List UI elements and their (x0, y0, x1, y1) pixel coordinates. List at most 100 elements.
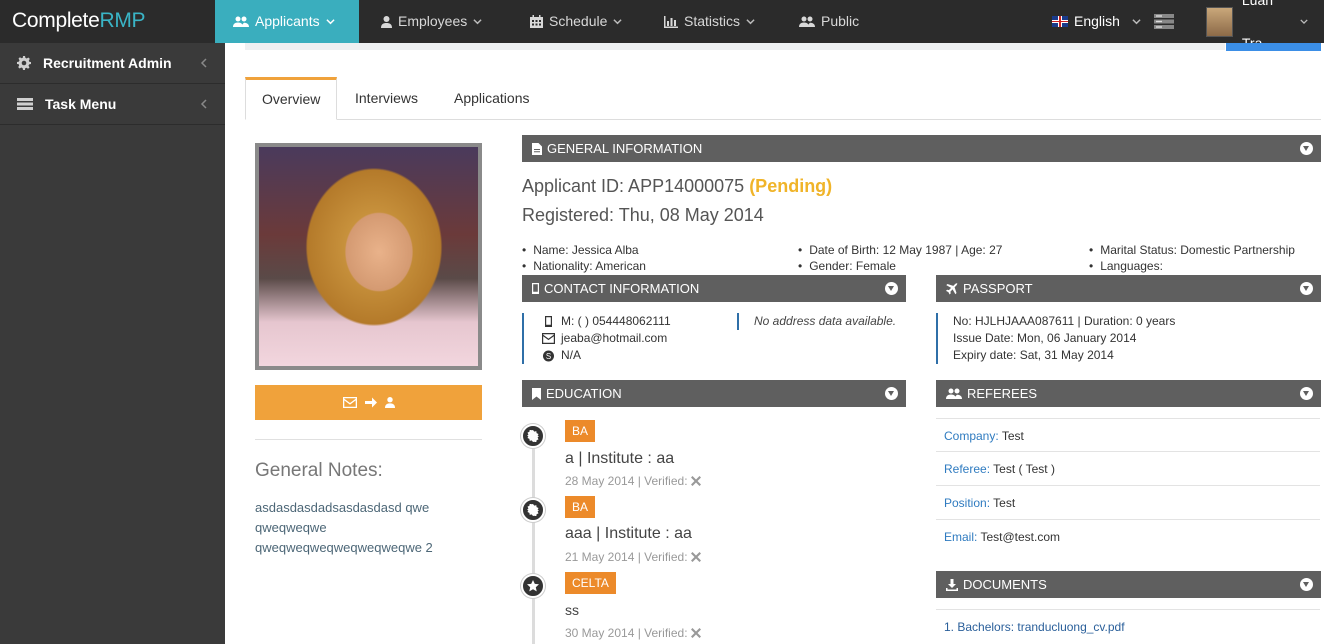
info-languages: Languages: (1089, 258, 1295, 274)
tab-applications[interactable]: Applications (438, 77, 546, 120)
gear-icon (17, 56, 31, 70)
main-content: Overview Interviews Applications General… (225, 43, 1324, 644)
chevron-down-icon (1300, 19, 1308, 25)
tab-bar: Overview Interviews Applications (245, 77, 1321, 120)
top-action-button[interactable] (1226, 43, 1321, 51)
general-info-header[interactable]: GENERAL INFORMATION (522, 135, 1321, 162)
chevron-down-icon (746, 19, 755, 25)
info-gender: Gender: Female (798, 258, 1002, 274)
bookmark-icon (532, 387, 541, 400)
user-menu[interactable]: Luan Tra (1190, 0, 1324, 51)
passport-expiry-date: Expiry date: Sat, 31 May 2014 (953, 348, 1114, 362)
collapse-toggle-icon[interactable] (1300, 578, 1313, 591)
action-bar[interactable] (255, 385, 482, 420)
sidebar-item-task-menu[interactable]: Task Menu (0, 84, 225, 125)
info-dob: Date of Birth: 12 May 1987 | Age: 27 (798, 242, 1002, 258)
user-icon (384, 397, 395, 408)
education-badge: CELTA (565, 572, 616, 594)
certificate-icon (527, 430, 539, 442)
uk-flag-icon (1052, 16, 1068, 27)
education-title: a | Institute : aa (565, 450, 675, 467)
collapse-toggle-icon[interactable] (885, 282, 898, 295)
nav-statistics[interactable]: Statistics (646, 0, 773, 43)
info-column-3: Marital Status: Domestic Partnership Lan… (1089, 242, 1295, 274)
nav-public[interactable]: Public (781, 0, 877, 43)
users-icon (799, 16, 815, 27)
contact-mobile: M: ( ) 054448062111 (542, 313, 727, 330)
collapse-toggle-icon[interactable] (885, 387, 898, 400)
tab-overview[interactable]: Overview (245, 77, 338, 120)
passport-header[interactable]: PASSPORT (936, 275, 1321, 302)
calendar-icon (530, 15, 543, 28)
info-column-2: Date of Birth: 12 May 1987 | Age: 27 Gen… (798, 242, 1002, 274)
passport-details: No: HJLHJAAA087611 | Duration: 0 years I… (936, 313, 1292, 364)
education-title: aaa | Institute : aa (565, 525, 692, 542)
education-header[interactable]: EDUCATION (522, 380, 906, 407)
close-icon (690, 476, 701, 486)
document-link[interactable]: 1. Bachelors: tranducluong_cv.pdf (936, 609, 1320, 643)
chevron-left-icon (200, 58, 207, 68)
brand-logo[interactable]: CompleteRMP (12, 9, 146, 33)
nav-applicants[interactable]: Applicants (215, 0, 359, 43)
passport-number: No: HJLHJAAA087611 | Duration: 0 years (953, 314, 1176, 328)
close-icon (690, 628, 701, 638)
divider (255, 439, 482, 440)
sidebar: Recruitment Admin Task Menu (0, 43, 225, 644)
education-badge: BA (565, 496, 596, 518)
passport-issue-date: Issue Date: Mon, 06 January 2014 (953, 331, 1137, 345)
education-badge: BA (565, 420, 596, 442)
collapse-toggle-icon[interactable] (1300, 142, 1313, 155)
sidebar-item-recruitment-admin[interactable]: Recruitment Admin (0, 43, 225, 84)
registered-date: Registered: Thu, 08 May 2014 (522, 205, 764, 225)
referee-row: Referee: Test ( Test ) (936, 452, 1320, 486)
referee-row: Email: Test@test.com (944, 530, 1061, 544)
user-icon (381, 15, 392, 28)
info-name: Name: Jessica Alba (522, 242, 646, 258)
no-address-text: No address data available. (737, 313, 896, 330)
referee-row: Company: Test (936, 418, 1320, 452)
contact-info-header[interactable]: CONTACT INFORMATION (522, 275, 906, 302)
status-badge: (Pending) (749, 176, 833, 196)
contact-details: M: ( ) 054448062111 jeaba@hotmail.com S … (522, 313, 727, 364)
education-meta: 28 May 2014 | Verified: (565, 474, 701, 488)
users-icon (946, 388, 962, 399)
referees-header[interactable]: REFEREES (936, 380, 1321, 407)
education-meta: 30 May 2014 | Verified: (565, 626, 701, 640)
notes-text: asdasdasdadsasdasdasd qwe qweqweqwe qweq… (255, 500, 433, 555)
contact-skype: S N/A (542, 347, 727, 364)
certificate-icon (527, 504, 539, 516)
collapse-toggle-icon[interactable] (1300, 282, 1313, 295)
chevron-down-icon (325, 19, 335, 25)
mobile-icon (532, 283, 539, 294)
server-icon (1154, 14, 1174, 29)
notes-title: General Notes: (255, 460, 383, 481)
tab-interviews[interactable]: Interviews (339, 77, 434, 120)
documents-header[interactable]: DOCUMENTS (936, 571, 1321, 598)
avatar (1206, 6, 1233, 37)
envelope-icon (342, 397, 357, 408)
bar-chart-icon (664, 15, 678, 28)
chevron-down-icon (613, 19, 622, 25)
skype-icon: S (543, 350, 554, 361)
star-icon (527, 580, 539, 592)
svg-text:S: S (546, 352, 551, 361)
layout-toggle[interactable] (1138, 0, 1190, 43)
contact-email[interactable]: jeaba@hotmail.com (542, 330, 727, 347)
nav-schedule[interactable]: Schedule (512, 0, 640, 43)
timeline-line (532, 435, 535, 644)
timeline-dot (521, 498, 545, 522)
plane-icon (946, 282, 958, 294)
collapse-toggle-icon[interactable] (1300, 387, 1313, 400)
envelope-icon (542, 333, 555, 344)
chevron-left-icon (200, 99, 207, 109)
timeline-dot (521, 574, 545, 598)
education-meta: 21 May 2014 | Verified: (565, 550, 701, 564)
users-icon (233, 16, 249, 27)
info-nationality: Nationality: American (522, 258, 646, 274)
education-title: ss (565, 602, 579, 618)
top-strip (245, 43, 1225, 50)
close-icon (690, 552, 701, 562)
timeline-dot (521, 424, 545, 448)
nav-employees[interactable]: Employees (363, 0, 500, 43)
top-navbar: CompleteRMP Applicants Employees Schedul… (0, 0, 1324, 51)
